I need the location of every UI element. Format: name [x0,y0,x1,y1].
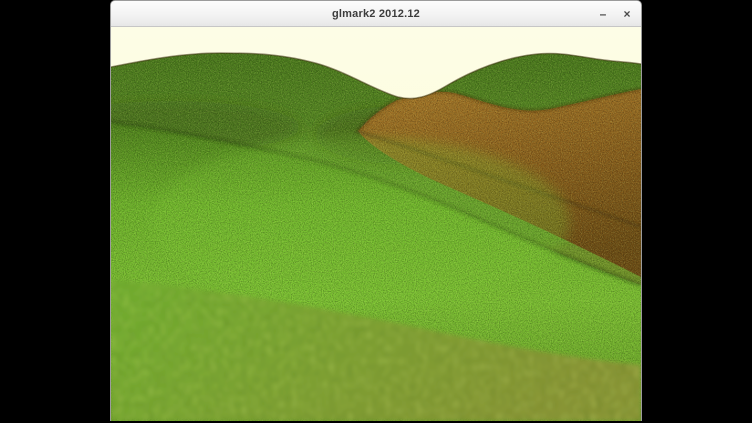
glmark2-window: glmark2 2012.12 – × [110,0,642,421]
terrain-render [111,27,641,421]
close-button[interactable]: × [617,4,637,23]
window-title: glmark2 2012.12 [111,1,641,26]
minimize-button[interactable]: – [593,4,613,23]
window-controls: – × [593,1,637,26]
titlebar[interactable]: glmark2 2012.12 – × [111,1,641,27]
